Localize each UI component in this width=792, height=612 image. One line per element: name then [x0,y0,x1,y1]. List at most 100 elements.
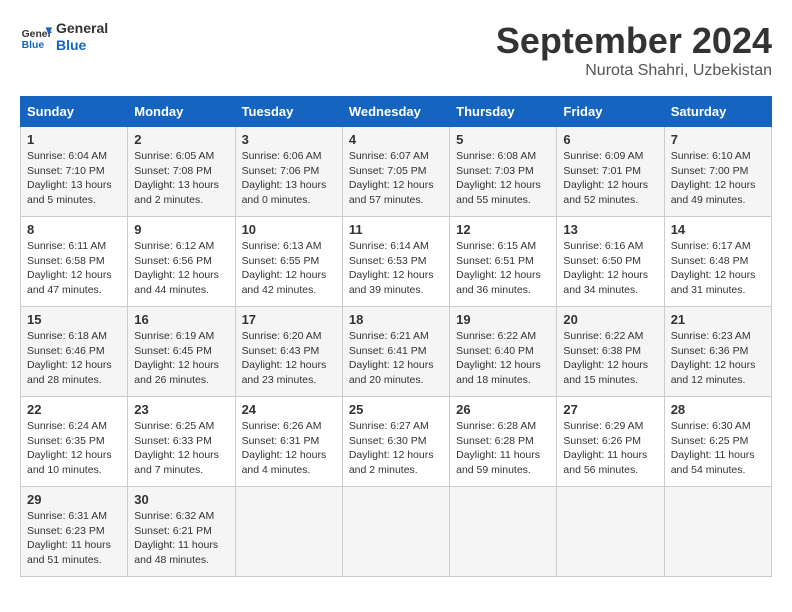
day-number: 1 [27,132,121,147]
svg-text:Blue: Blue [22,40,45,51]
day-info: Sunrise: 6:13 AM Sunset: 6:55 PM Dayligh… [242,239,336,298]
calendar-cell: 24 Sunrise: 6:26 AM Sunset: 6:31 PM Dayl… [235,397,342,487]
day-number: 20 [563,312,657,327]
day-info: Sunrise: 6:06 AM Sunset: 7:06 PM Dayligh… [242,149,336,208]
day-info: Sunrise: 6:22 AM Sunset: 6:38 PM Dayligh… [563,329,657,388]
day-number: 8 [27,222,121,237]
day-number: 27 [563,402,657,417]
calendar-cell: 20 Sunrise: 6:22 AM Sunset: 6:38 PM Dayl… [557,307,664,397]
calendar-week-4: 22 Sunrise: 6:24 AM Sunset: 6:35 PM Dayl… [21,397,772,487]
calendar-cell: 5 Sunrise: 6:08 AM Sunset: 7:03 PM Dayli… [450,127,557,217]
calendar-cell: 23 Sunrise: 6:25 AM Sunset: 6:33 PM Dayl… [128,397,235,487]
day-info: Sunrise: 6:15 AM Sunset: 6:51 PM Dayligh… [456,239,550,298]
calendar-cell: 27 Sunrise: 6:29 AM Sunset: 6:26 PM Dayl… [557,397,664,487]
day-number: 7 [671,132,765,147]
day-info: Sunrise: 6:18 AM Sunset: 6:46 PM Dayligh… [27,329,121,388]
day-number: 17 [242,312,336,327]
col-saturday: Saturday [664,97,771,127]
day-info: Sunrise: 6:26 AM Sunset: 6:31 PM Dayligh… [242,419,336,478]
calendar-week-1: 1 Sunrise: 6:04 AM Sunset: 7:10 PM Dayli… [21,127,772,217]
calendar-cell: 13 Sunrise: 6:16 AM Sunset: 6:50 PM Dayl… [557,217,664,307]
day-info: Sunrise: 6:05 AM Sunset: 7:08 PM Dayligh… [134,149,228,208]
day-number: 28 [671,402,765,417]
calendar-week-3: 15 Sunrise: 6:18 AM Sunset: 6:46 PM Dayl… [21,307,772,397]
calendar-cell: 22 Sunrise: 6:24 AM Sunset: 6:35 PM Dayl… [21,397,128,487]
day-number: 26 [456,402,550,417]
page-header: General Blue General Blue September 2024… [20,20,772,80]
calendar-cell: 7 Sunrise: 6:10 AM Sunset: 7:00 PM Dayli… [664,127,771,217]
calendar-cell: 26 Sunrise: 6:28 AM Sunset: 6:28 PM Dayl… [450,397,557,487]
day-number: 21 [671,312,765,327]
day-info: Sunrise: 6:29 AM Sunset: 6:26 PM Dayligh… [563,419,657,478]
col-wednesday: Wednesday [342,97,449,127]
day-info: Sunrise: 6:22 AM Sunset: 6:40 PM Dayligh… [456,329,550,388]
day-info: Sunrise: 6:28 AM Sunset: 6:28 PM Dayligh… [456,419,550,478]
day-info: Sunrise: 6:32 AM Sunset: 6:21 PM Dayligh… [134,509,228,568]
calendar-cell: 21 Sunrise: 6:23 AM Sunset: 6:36 PM Dayl… [664,307,771,397]
day-number: 4 [349,132,443,147]
location-title: Nurota Shahri, Uzbekistan [496,62,772,80]
calendar-cell: 1 Sunrise: 6:04 AM Sunset: 7:10 PM Dayli… [21,127,128,217]
day-info: Sunrise: 6:08 AM Sunset: 7:03 PM Dayligh… [456,149,550,208]
day-number: 30 [134,492,228,507]
day-number: 3 [242,132,336,147]
calendar-cell: 4 Sunrise: 6:07 AM Sunset: 7:05 PM Dayli… [342,127,449,217]
day-number: 12 [456,222,550,237]
day-number: 25 [349,402,443,417]
day-info: Sunrise: 6:27 AM Sunset: 6:30 PM Dayligh… [349,419,443,478]
calendar-cell: 3 Sunrise: 6:06 AM Sunset: 7:06 PM Dayli… [235,127,342,217]
logo-general-text: General [56,20,108,37]
day-info: Sunrise: 6:09 AM Sunset: 7:01 PM Dayligh… [563,149,657,208]
calendar-cell [342,487,449,577]
header-row: Sunday Monday Tuesday Wednesday Thursday… [21,97,772,127]
day-number: 19 [456,312,550,327]
day-number: 24 [242,402,336,417]
calendar-week-5: 29 Sunrise: 6:31 AM Sunset: 6:23 PM Dayl… [21,487,772,577]
logo-blue-text: Blue [56,37,108,54]
day-number: 13 [563,222,657,237]
day-info: Sunrise: 6:25 AM Sunset: 6:33 PM Dayligh… [134,419,228,478]
calendar-cell [557,487,664,577]
col-sunday: Sunday [21,97,128,127]
col-monday: Monday [128,97,235,127]
calendar-cell: 25 Sunrise: 6:27 AM Sunset: 6:30 PM Dayl… [342,397,449,487]
calendar-cell: 29 Sunrise: 6:31 AM Sunset: 6:23 PM Dayl… [21,487,128,577]
calendar-cell: 30 Sunrise: 6:32 AM Sunset: 6:21 PM Dayl… [128,487,235,577]
col-tuesday: Tuesday [235,97,342,127]
calendar-cell: 19 Sunrise: 6:22 AM Sunset: 6:40 PM Dayl… [450,307,557,397]
day-info: Sunrise: 6:16 AM Sunset: 6:50 PM Dayligh… [563,239,657,298]
day-number: 23 [134,402,228,417]
calendar-cell: 6 Sunrise: 6:09 AM Sunset: 7:01 PM Dayli… [557,127,664,217]
day-number: 10 [242,222,336,237]
month-title: September 2024 [496,20,772,62]
day-number: 15 [27,312,121,327]
logo: General Blue General Blue [20,20,108,54]
day-number: 16 [134,312,228,327]
day-info: Sunrise: 6:19 AM Sunset: 6:45 PM Dayligh… [134,329,228,388]
day-info: Sunrise: 6:24 AM Sunset: 6:35 PM Dayligh… [27,419,121,478]
calendar-cell: 17 Sunrise: 6:20 AM Sunset: 6:43 PM Dayl… [235,307,342,397]
day-info: Sunrise: 6:30 AM Sunset: 6:25 PM Dayligh… [671,419,765,478]
calendar-cell: 10 Sunrise: 6:13 AM Sunset: 6:55 PM Dayl… [235,217,342,307]
calendar-cell: 12 Sunrise: 6:15 AM Sunset: 6:51 PM Dayl… [450,217,557,307]
day-info: Sunrise: 6:14 AM Sunset: 6:53 PM Dayligh… [349,239,443,298]
logo-icon: General Blue [20,21,52,53]
calendar-cell: 16 Sunrise: 6:19 AM Sunset: 6:45 PM Dayl… [128,307,235,397]
calendar-cell: 11 Sunrise: 6:14 AM Sunset: 6:53 PM Dayl… [342,217,449,307]
day-number: 6 [563,132,657,147]
day-number: 5 [456,132,550,147]
day-info: Sunrise: 6:17 AM Sunset: 6:48 PM Dayligh… [671,239,765,298]
day-info: Sunrise: 6:04 AM Sunset: 7:10 PM Dayligh… [27,149,121,208]
calendar-cell: 8 Sunrise: 6:11 AM Sunset: 6:58 PM Dayli… [21,217,128,307]
calendar-cell: 15 Sunrise: 6:18 AM Sunset: 6:46 PM Dayl… [21,307,128,397]
day-info: Sunrise: 6:20 AM Sunset: 6:43 PM Dayligh… [242,329,336,388]
calendar-cell: 2 Sunrise: 6:05 AM Sunset: 7:08 PM Dayli… [128,127,235,217]
day-info: Sunrise: 6:23 AM Sunset: 6:36 PM Dayligh… [671,329,765,388]
calendar-cell [450,487,557,577]
day-number: 18 [349,312,443,327]
title-area: September 2024 Nurota Shahri, Uzbekistan [496,20,772,80]
day-number: 9 [134,222,228,237]
day-info: Sunrise: 6:07 AM Sunset: 7:05 PM Dayligh… [349,149,443,208]
day-number: 14 [671,222,765,237]
calendar-cell: 28 Sunrise: 6:30 AM Sunset: 6:25 PM Dayl… [664,397,771,487]
